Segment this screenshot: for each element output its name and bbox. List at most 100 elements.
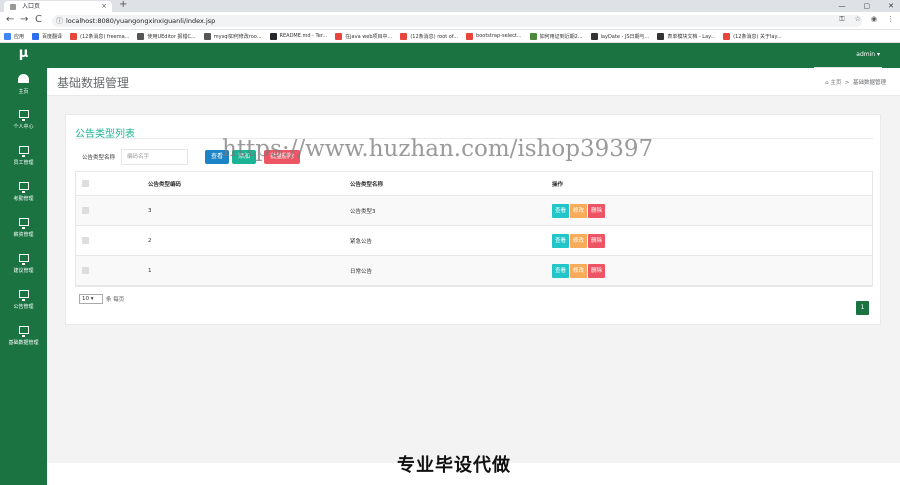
page-size-value: 10 xyxy=(82,296,89,302)
bookmark-icon xyxy=(203,32,211,40)
bookmark-item[interactable]: 百度翻译 xyxy=(32,32,63,40)
code-cell: 1 xyxy=(148,267,152,274)
profile-icon[interactable]: ◉ xyxy=(871,15,877,24)
bookmark-item[interactable]: 如何用证到近期2... xyxy=(529,32,583,40)
bookmark-item[interactable]: README.md - Ter... xyxy=(269,32,328,40)
sidebar-item[interactable]: 主页 xyxy=(0,67,47,103)
sidebar-item[interactable]: 基础数据管理 xyxy=(0,319,47,355)
table-row: 1 日常公告 查看 修改 删除 xyxy=(76,256,872,286)
page-number-button[interactable]: 1 xyxy=(856,301,869,315)
row-checkbox[interactable] xyxy=(82,237,89,244)
bookmark-item[interactable]: (12条消息) freema... xyxy=(70,32,130,40)
footer-banner-text: 专业毕设代做 xyxy=(397,455,511,476)
bookmark-label: (12条消息) freema... xyxy=(80,33,130,40)
key-icon[interactable]: ⚿ xyxy=(839,15,844,24)
bookmark-icon xyxy=(32,32,40,40)
sidebar-item-label: 主页 xyxy=(18,89,29,95)
bookmark-item[interactable]: 在java web项目中... xyxy=(335,32,392,40)
bookmark-icon xyxy=(657,32,665,40)
bookmark-icon xyxy=(400,32,408,40)
forward-button[interactable]: → xyxy=(20,14,28,25)
edit-button[interactable]: 修改 xyxy=(570,233,588,248)
sidebar-item[interactable]: 考勤管理 xyxy=(0,175,47,211)
new-tab-button[interactable]: + xyxy=(119,0,127,10)
monitor-icon xyxy=(18,254,29,265)
table-header-row: 公告类型编码 公告类型名称 操作 xyxy=(76,172,872,196)
delete-button[interactable]: 删除 xyxy=(588,203,606,218)
breadcrumb: ⌂ 主页 > 基础数据管理 xyxy=(825,78,886,86)
sidebar-item-label: 个人中心 xyxy=(13,124,34,130)
breadcrumb-home[interactable]: ⌂ 主页 xyxy=(825,80,841,86)
edit-button[interactable]: 修改 xyxy=(570,263,588,278)
bookmark-label: 百度翻译 xyxy=(42,33,63,40)
url-text: localhost:8080/yuangongxinxiguanli/index… xyxy=(66,17,216,25)
bookmarks-bar: 应用 百度翻译 (12条消息) freema... 使用UEditor 报错C... m… xyxy=(0,30,900,43)
view-button[interactable]: 查看 xyxy=(552,203,570,218)
menu-icon[interactable]: ⋮ xyxy=(887,15,894,24)
monitor-icon xyxy=(18,146,29,157)
bookmark-item[interactable]: (12条消息) 关于lay... xyxy=(723,32,782,40)
bookmark-item[interactable]: layDate - JS日期与... xyxy=(590,32,649,40)
view-button[interactable]: 查看 xyxy=(552,233,570,248)
header-checkbox-cell xyxy=(76,180,142,187)
bookmark-label: 使用UEditor 报错C... xyxy=(147,33,196,40)
data-table: 公告类型编码 公告类型名称 操作 3 公告类型3 查看 修改 删除 2 紧急公告 查看 修改 删除… xyxy=(75,171,873,287)
bookmark-item[interactable]: (12条消息) root of... xyxy=(400,32,458,40)
row-checkbox[interactable] xyxy=(82,267,89,274)
breadcrumb-separator: > xyxy=(844,80,850,86)
back-button[interactable]: ← xyxy=(6,14,14,25)
bookmark-icon xyxy=(335,32,343,40)
bookmark-icon xyxy=(723,32,731,40)
select-all-checkbox[interactable] xyxy=(82,180,89,187)
name-cell: 日常公告 xyxy=(350,268,373,275)
user-menu-button[interactable]: admin ▾ xyxy=(856,51,880,58)
sidebar-item[interactable]: 员工管理 xyxy=(0,139,47,175)
row-checkbox[interactable] xyxy=(82,207,89,214)
page-title: 基础数据管理 xyxy=(57,76,130,90)
search-input[interactable]: 编码名字 xyxy=(121,149,188,165)
main-content: 基础数据管理 ⌂ 主页 > 基础数据管理 公告类型列表 公告类型名称 编码名字 … xyxy=(47,68,900,463)
window-controls: — ▢ ✕ xyxy=(839,0,895,12)
page-size-select[interactable]: 10 ▾ xyxy=(79,294,103,304)
info-icon[interactable]: ⓘ xyxy=(56,15,63,27)
reload-button[interactable]: C xyxy=(35,14,42,25)
tab-close-icon[interactable]: × xyxy=(101,1,107,12)
code-cell: 2 xyxy=(148,237,152,244)
page-favicon-icon xyxy=(10,4,16,10)
bookmark-label: README.md - Ter... xyxy=(279,33,328,39)
bookmark-item[interactable]: 表单模块文档 - Lay... xyxy=(657,32,715,40)
monitor-icon xyxy=(18,182,29,193)
delete-button[interactable]: 删除 xyxy=(588,263,606,278)
sidebar-item-label: 考勤管理 xyxy=(13,196,34,202)
monitor-icon xyxy=(18,110,29,121)
view-button[interactable]: 查看 xyxy=(552,263,570,278)
bookmark-item[interactable]: mysql如何修改roo... xyxy=(203,32,262,40)
bookmark-item[interactable]: 应用 xyxy=(4,32,24,40)
sidebar-item[interactable]: 个人中心 xyxy=(0,103,47,139)
minimize-button[interactable]: — xyxy=(839,0,846,12)
bookmark-item[interactable]: bootstrap-select... xyxy=(466,32,522,40)
page-header: 基础数据管理 ⌂ 主页 > 基础数据管理 xyxy=(47,68,900,96)
sidebar-item-label: 建议管理 xyxy=(13,268,34,274)
sidebar-item[interactable]: 薪资管理 xyxy=(0,211,47,247)
url-input[interactable]: ⓘ localhost:8080/yuangongxinxiguanli/ind… xyxy=(52,15,862,27)
name-cell: 紧急公告 xyxy=(350,238,373,245)
tab-title: 入口页 xyxy=(22,3,41,10)
actions-cell: 查看 修改 删除 xyxy=(546,233,872,248)
star-icon[interactable]: ☆ xyxy=(855,15,861,24)
maximize-button[interactable]: ▢ xyxy=(864,0,871,12)
browser-actions: ⚿ ☆ ◉ ⋮ xyxy=(839,15,894,24)
delete-button[interactable]: 删除 xyxy=(588,233,606,248)
edit-button[interactable]: 修改 xyxy=(570,203,588,218)
sidebar-item[interactable]: 公告管理 xyxy=(0,283,47,319)
bookmark-icon xyxy=(70,32,78,40)
browser-tab-bar: 入口页 × + — ▢ ✕ xyxy=(0,0,900,12)
sidebar-item[interactable]: 建议管理 xyxy=(0,247,47,283)
close-window-button[interactable]: ✕ xyxy=(888,0,894,12)
sidebar-item-label: 薪资管理 xyxy=(13,232,34,238)
browser-tab[interactable]: 入口页 × xyxy=(4,1,112,12)
header-code: 公告类型编码 xyxy=(148,181,182,188)
bookmark-item[interactable]: 使用UEditor 报错C... xyxy=(137,32,196,40)
bookmark-label: mysql如何修改roo... xyxy=(213,33,262,40)
header-name: 公告类型名称 xyxy=(350,181,384,188)
